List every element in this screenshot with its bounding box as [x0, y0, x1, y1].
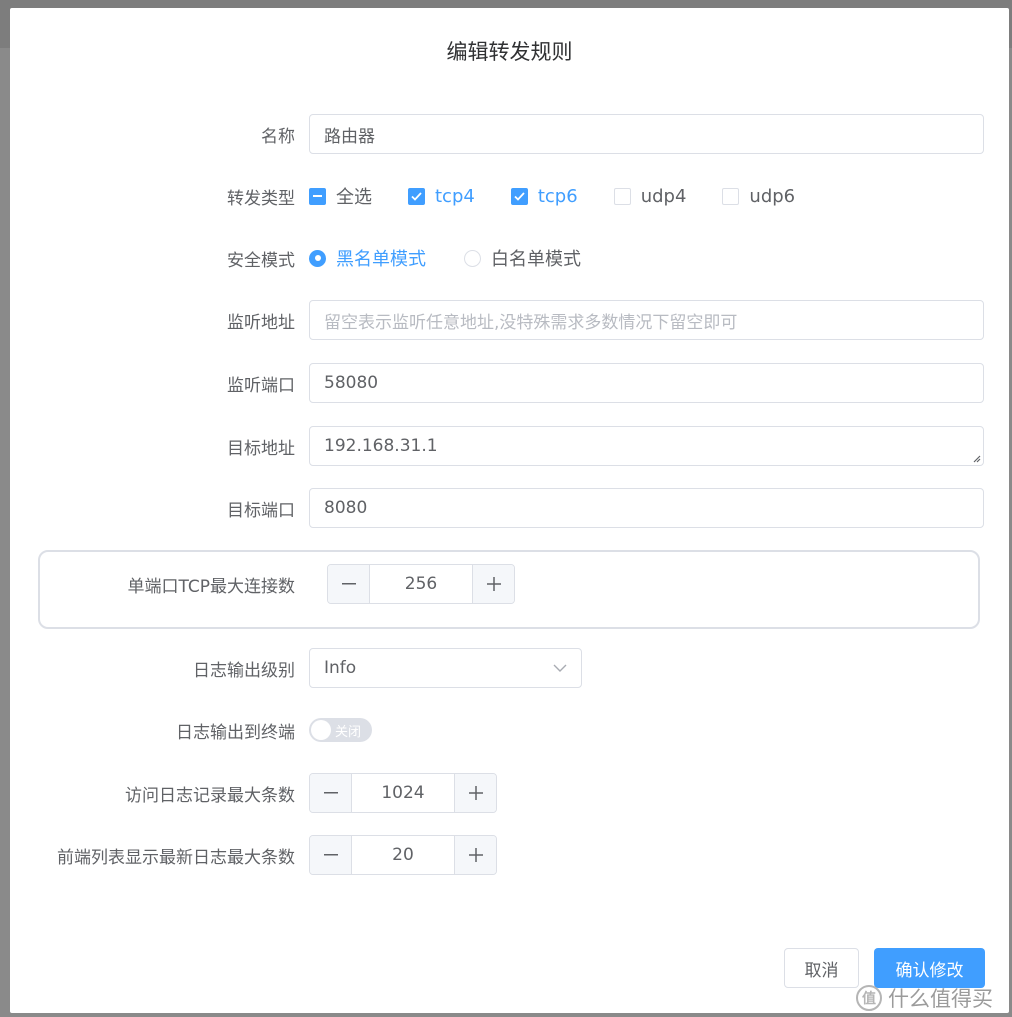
log-terminal-switch[interactable]: 关闭: [309, 718, 372, 742]
listen-address-placeholder: 留空表示监听任意地址,没特殊需求多数情况下留空即可: [324, 312, 738, 333]
indeterminate-icon: [309, 187, 326, 205]
cancel-button[interactable]: 取消: [784, 948, 859, 988]
name-input-value: 路由器: [324, 126, 375, 147]
checkbox-box: [613, 187, 631, 205]
minus-icon: [323, 792, 338, 794]
decrement-button[interactable]: [310, 774, 352, 812]
tcp-max-conn-row: 单端口TCP最大连接数 256: [10, 564, 1009, 604]
listen-port-input[interactable]: 58080: [309, 363, 984, 403]
target-port-label: 目标端口: [227, 500, 295, 521]
resize-grip-icon[interactable]: [971, 453, 981, 463]
listen-address-input[interactable]: 留空表示监听任意地址,没特殊需求多数情况下留空即可: [309, 300, 984, 340]
security-mode-label: 安全模式: [227, 250, 295, 271]
log-level-label: 日志输出级别: [193, 660, 295, 681]
radio-label: 黑名单模式: [336, 249, 426, 270]
minus-icon: [341, 583, 356, 585]
access-log-stepper: 1024: [309, 773, 497, 813]
listen-address-label: 监听地址: [227, 312, 295, 333]
switch-text: 关闭: [335, 724, 362, 740]
radio-whitelist[interactable]: 白名单模式: [464, 245, 581, 271]
radio-label: 白名单模式: [491, 249, 581, 270]
log-level-select[interactable]: Info: [309, 648, 582, 688]
stepper: 1024: [309, 773, 497, 813]
plus-icon: [486, 577, 501, 591]
frontend-log-stepper: 20: [309, 835, 497, 875]
plus-icon: [468, 848, 483, 862]
decrement-button[interactable]: [328, 565, 370, 603]
frontend-log-row: 前端列表显示最新日志最大条数 20: [10, 835, 1009, 875]
forward-type-row: 转发类型 全选 tcp4 tcp6 udp4 udp6: [10, 176, 1009, 216]
dialog-title: 编辑转发规则: [446, 40, 573, 64]
log-terminal-control: 关闭: [309, 718, 372, 742]
chevron-down-icon: [553, 664, 567, 672]
frontend-log-label: 前端列表显示最新日志最大条数: [57, 847, 295, 868]
log-level-row: 日志输出级别 Info: [10, 648, 1009, 688]
listen-port-label: 监听端口: [227, 375, 295, 396]
name-row: 名称 路由器: [10, 114, 1009, 154]
checkbox-label: udp6: [749, 185, 796, 207]
stepper-value[interactable]: 20: [352, 836, 454, 874]
log-terminal-row: 日志输出到终端 关闭: [10, 710, 1009, 750]
minus-icon: [323, 854, 338, 856]
checkbox-box: [722, 187, 740, 205]
name-input[interactable]: 路由器: [309, 114, 984, 154]
checkbox-label: 全选: [336, 187, 372, 208]
decrement-button[interactable]: [310, 836, 352, 874]
switch-knob: [311, 720, 331, 740]
checkbox-udp6[interactable]: udp6: [722, 186, 795, 207]
watermark-text: 什么值得买: [888, 987, 993, 1011]
target-port-input[interactable]: 8080: [309, 488, 984, 528]
access-log-label: 访问日志记录最大条数: [125, 785, 295, 806]
tcp-max-conn-stepper: 256: [327, 564, 515, 604]
listen-address-row: 监听地址 留空表示监听任意地址,没特殊需求多数情况下留空即可: [10, 300, 1009, 340]
name-label: 名称: [261, 126, 295, 147]
watermark-logo-icon: 值: [856, 985, 882, 1011]
plus-icon: [468, 786, 483, 800]
tcp-max-conn-label: 单端口TCP最大连接数: [127, 576, 295, 597]
security-mode-row: 安全模式 黑名单模式 白名单模式: [10, 238, 1009, 278]
stepper: 256: [327, 564, 515, 604]
target-address-label: 目标地址: [227, 438, 295, 459]
stepper-value[interactable]: 1024: [352, 774, 454, 812]
target-address-row: 目标地址 192.168.31.1: [10, 426, 1009, 466]
log-terminal-label: 日志输出到终端: [176, 722, 295, 743]
checkbox-label: tcp4: [435, 185, 475, 207]
target-address-value: 192.168.31.1: [324, 436, 438, 456]
checkbox-select-all[interactable]: 全选: [309, 183, 372, 209]
checkbox-tcp6[interactable]: tcp6: [510, 185, 578, 207]
target-port-value: 8080: [324, 498, 368, 518]
edit-rule-dialog: 编辑转发规则 名称 路由器 转发类型 全选 tcp4 tcp6 udp4 udp…: [10, 8, 1009, 1013]
stepper: 20: [309, 835, 497, 875]
checkbox-tcp4[interactable]: tcp4: [408, 186, 475, 207]
checkbox-udp4[interactable]: udp4: [613, 185, 687, 207]
increment-button[interactable]: [454, 836, 496, 874]
increment-button[interactable]: [472, 565, 514, 603]
log-level-value: Info: [324, 658, 357, 678]
radio-dot: [309, 249, 326, 267]
listen-port-value: 58080: [324, 373, 379, 393]
checkmark-icon: [408, 187, 425, 205]
confirm-button[interactable]: 确认修改: [874, 948, 985, 988]
radio-blacklist[interactable]: 黑名单模式: [309, 245, 426, 271]
checkbox-label: udp4: [640, 185, 687, 207]
watermark: 值 什么值得买: [856, 983, 993, 1013]
stepper-value[interactable]: 256: [370, 565, 472, 603]
checkbox-label: tcp6: [537, 185, 578, 207]
forward-type-label: 转发类型: [227, 188, 295, 209]
access-log-row: 访问日志记录最大条数 1024: [10, 773, 1009, 813]
target-port-row: 目标端口 8080: [10, 488, 1009, 528]
target-address-textarea[interactable]: 192.168.31.1: [309, 426, 984, 466]
checkmark-icon: [510, 187, 528, 205]
listen-port-row: 监听端口 58080: [10, 363, 1009, 403]
security-mode-group: 黑名单模式 白名单模式: [309, 245, 619, 271]
forward-type-group: 全选 tcp4 tcp6 udp4 udp6: [309, 183, 831, 209]
increment-button[interactable]: [454, 774, 496, 812]
radio-dot: [464, 249, 481, 267]
